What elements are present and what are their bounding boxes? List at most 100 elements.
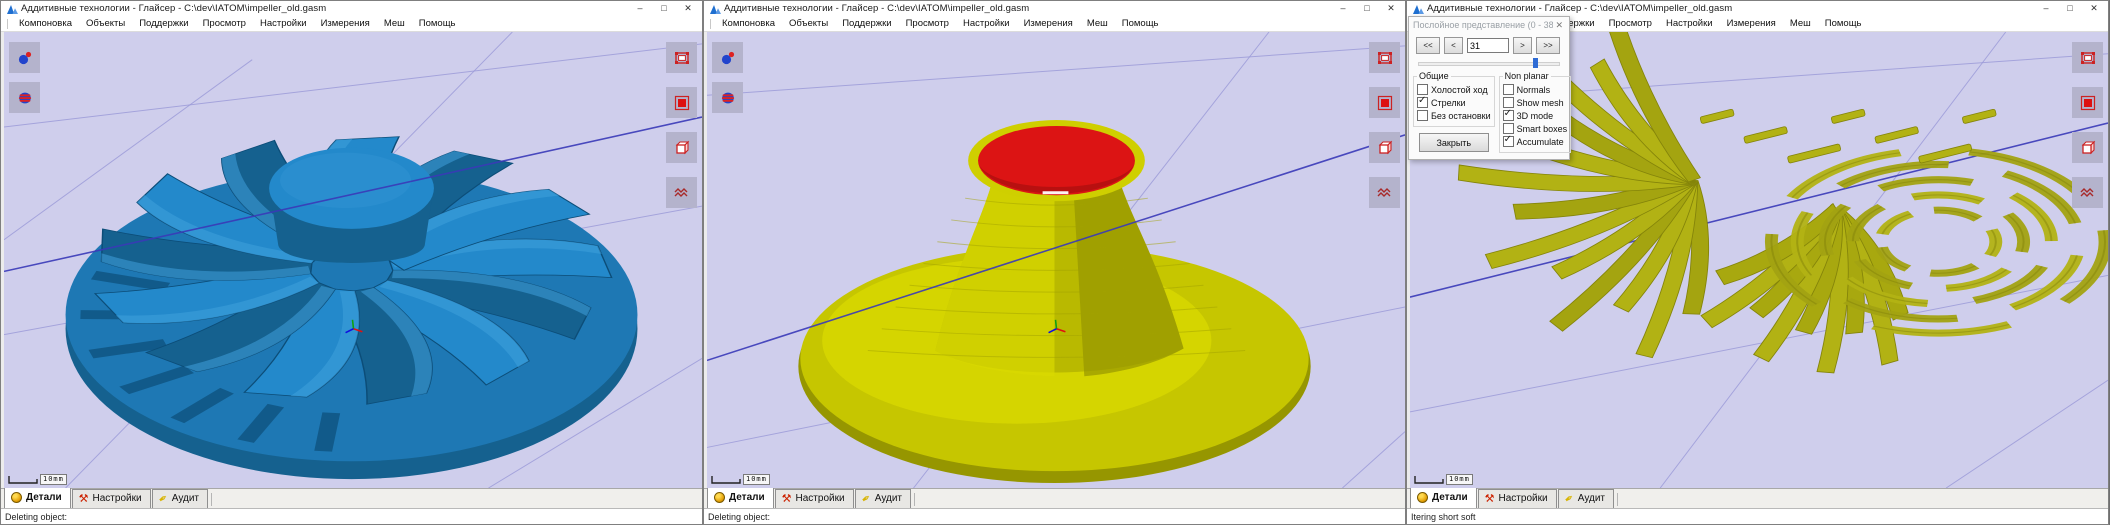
menu-settings[interactable]: Настройки [956,18,1017,29]
planet-tool-button[interactable] [9,82,40,113]
next-layer-button[interactable]: > [1513,37,1532,54]
menu-bar: Компоновка Объекты Поддержки Просмотр На… [1,16,702,32]
3d-scene-cone[interactable] [707,32,1405,488]
title-bar[interactable]: Аддитивные технологии - Глайсер - C:\dev… [1,1,702,16]
planet-tool-button[interactable] [712,82,743,113]
tab-settings[interactable]: ⚒ Настройки [72,489,151,508]
menu-objects[interactable]: Объекты [79,18,132,29]
checkbox-show-mesh[interactable]: Show mesh [1503,97,1568,108]
hatch-pattern-button[interactable] [666,177,697,208]
frame-view-button[interactable] [1369,42,1400,73]
spheres-tool-button[interactable] [9,42,40,73]
close-button[interactable]: ✕ [676,1,700,16]
cube-view-button[interactable] [2072,132,2103,163]
checkbox-no-stops[interactable]: Без остановки [1417,110,1491,121]
striped-sphere-icon [16,90,34,106]
menu-settings[interactable]: Настройки [1659,18,1720,29]
tab-details-label: Детали [26,492,62,503]
menu-layout[interactable]: Компоновка [715,18,782,29]
first-layer-button[interactable]: << [1416,37,1440,54]
menu-measurements[interactable]: Измерения [314,18,377,29]
menu-view[interactable]: Просмотр [899,18,956,29]
filled-square-button[interactable] [1369,87,1400,118]
maximize-button[interactable]: □ [1355,1,1379,16]
panel-close-icon[interactable]: ✕ [1553,20,1565,31]
prev-layer-button[interactable]: < [1444,37,1463,54]
hatch-pattern-icon [1377,185,1393,201]
checkbox-box[interactable] [1503,136,1514,147]
maximize-button[interactable]: □ [652,1,676,16]
tab-settings[interactable]: ⚒ Настройки [775,489,854,508]
checkbox-box[interactable] [1417,110,1428,121]
menu-help[interactable]: Помощь [1818,18,1869,29]
3d-viewport[interactable]: 10mm [1,32,702,488]
minimize-button[interactable]: – [2034,1,2058,16]
menu-measurements[interactable]: Измерения [1017,18,1080,29]
minimize-button[interactable]: – [1331,1,1355,16]
tab-details[interactable]: Детали [1410,487,1477,508]
checkbox-3d-mode[interactable]: 3D mode [1503,110,1568,121]
filled-square-button[interactable] [2072,87,2103,118]
app-logo-icon [709,3,722,15]
checkbox-accumulate[interactable]: Accumulate [1503,136,1568,147]
hatch-pattern-button[interactable] [2072,177,2103,208]
tab-audit[interactable]: ✒ Аудит [855,489,911,508]
tools-icon: ⚒ [782,494,792,504]
menu-help[interactable]: Помощь [412,18,463,29]
group-non-planar-label: Non planar [1503,71,1551,81]
frame-view-button[interactable] [666,42,697,73]
menu-supports[interactable]: Поддержки [835,18,898,29]
checkbox-smart-boxes[interactable]: Smart boxes [1503,123,1568,134]
menu-view[interactable]: Просмотр [196,18,253,29]
menu-layout[interactable]: Компоновка [12,18,79,29]
cube-view-button[interactable] [1369,132,1400,163]
checkbox-box[interactable] [1503,110,1514,121]
title-bar[interactable]: Аддитивные технологии - Глайсер - C:\dev… [704,1,1405,16]
ruler-label: 10mm [1446,474,1473,485]
close-panel-button[interactable]: Закрыть [1419,133,1489,152]
maximize-button[interactable]: □ [2058,1,2082,16]
frame-view-button[interactable] [2072,42,2103,73]
3d-scene-impeller[interactable] [4,32,702,488]
menu-supports[interactable]: Поддержки [132,18,195,29]
tab-audit[interactable]: ✒ Аудит [152,489,208,508]
tab-details[interactable]: Детали [4,487,71,508]
checkbox-box[interactable] [1417,84,1428,95]
menu-objects[interactable]: Объекты [782,18,835,29]
3d-viewport[interactable]: 10mm [704,32,1405,488]
checkbox-arrows[interactable]: Стрелки [1417,97,1491,108]
checkbox-idle-moves[interactable]: Холостой ход [1417,84,1491,95]
checkbox-label: Accumulate [1517,137,1564,147]
tab-settings[interactable]: ⚒ Настройки [1478,489,1557,508]
checkbox-box[interactable] [1503,97,1514,108]
menu-help[interactable]: Помощь [1115,18,1166,29]
slider-track[interactable] [1418,62,1560,66]
minimize-button[interactable]: – [628,1,652,16]
filled-square-button[interactable] [666,87,697,118]
checkbox-normals[interactable]: Normals [1503,84,1568,95]
tab-details[interactable]: Детали [707,487,774,508]
tab-audit[interactable]: ✒ Аудит [1558,489,1614,508]
menu-mesh[interactable]: Меш [1080,18,1115,29]
menu-settings[interactable]: Настройки [253,18,314,29]
checkbox-box[interactable] [1503,123,1514,134]
scale-ruler: 10mm [711,474,770,485]
close-button[interactable]: ✕ [2082,1,2106,16]
last-layer-button[interactable]: >> [1536,37,1560,54]
layer-slider[interactable] [1418,57,1560,68]
slider-handle[interactable] [1533,58,1538,68]
close-button[interactable]: ✕ [1379,1,1403,16]
checkbox-box[interactable] [1417,97,1428,108]
hatch-pattern-button[interactable] [1369,177,1400,208]
menu-mesh[interactable]: Меш [1783,18,1818,29]
layer-number-input[interactable] [1467,38,1509,53]
menu-view[interactable]: Просмотр [1602,18,1659,29]
menu-mesh[interactable]: Меш [377,18,412,29]
checkbox-box[interactable] [1503,84,1514,95]
layer-panel-title-bar[interactable]: Послойное представление (0 - 38) ✕ [1409,17,1569,33]
app-window-cone: Аддитивные технологии - Глайсер - C:\dev… [703,0,1406,525]
spheres-tool-button[interactable] [712,42,743,73]
menu-measurements[interactable]: Измерения [1720,18,1783,29]
cube-view-button[interactable] [666,132,697,163]
title-bar[interactable]: Аддитивные технологии - Глайсер - C:\dev… [1407,1,2108,16]
